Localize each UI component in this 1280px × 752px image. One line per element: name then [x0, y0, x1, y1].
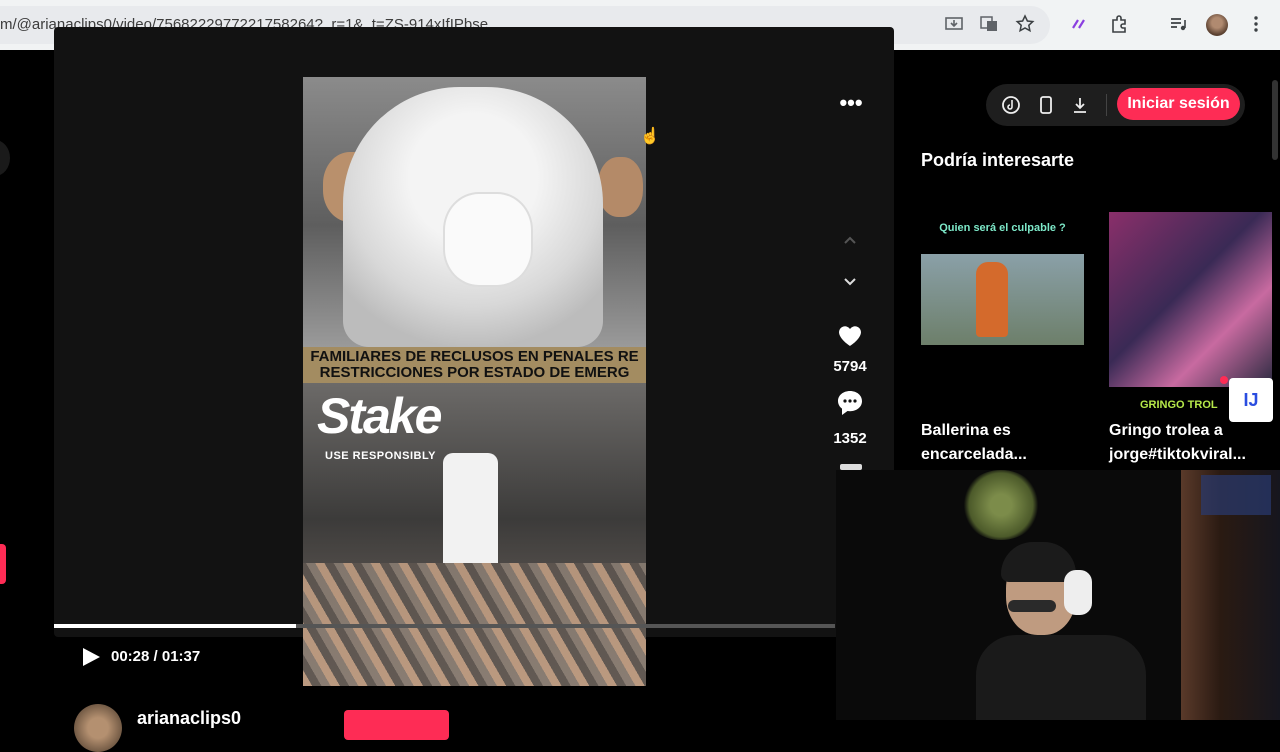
- follow-button[interactable]: [344, 710, 449, 740]
- login-button[interactable]: Iniciar sesión: [1117, 88, 1240, 120]
- time-display: 00:28 / 01:37: [111, 648, 201, 665]
- more-options-button[interactable]: •••: [838, 92, 864, 118]
- chevron-up-icon[interactable]: [840, 230, 860, 250]
- face-mask: [443, 192, 533, 287]
- thumbnail-caption-1: Quien será el culpable ?: [939, 222, 1066, 234]
- profile-avatar[interactable]: [1206, 14, 1228, 36]
- hand-cursor-icon: ☝: [640, 128, 660, 145]
- comment-count: 1352: [833, 430, 867, 447]
- news-banner: FAMILIARES DE RECLUSOS EN PENALES RE RES…: [303, 347, 646, 383]
- chevron-down-icon[interactable]: [840, 272, 860, 292]
- video-scene-top: [303, 77, 646, 347]
- recommendation-label-2[interactable]: Gringo trolea a jorge#tiktokviral...: [1109, 419, 1269, 467]
- translate-icon[interactable]: [979, 14, 999, 34]
- author-name[interactable]: arianaclips0: [137, 708, 241, 729]
- thumbnail-caption-2: GRINGO TROL: [1140, 399, 1218, 411]
- official-figure: [443, 453, 498, 563]
- comment-icon[interactable]: [835, 388, 865, 418]
- heart-icon[interactable]: [835, 320, 865, 350]
- video-frame[interactable]: FAMILIARES DE RECLUSOS EN PENALES RE RES…: [303, 77, 646, 686]
- background-monitor: [1201, 475, 1271, 515]
- download-icon[interactable]: [1069, 94, 1091, 116]
- live-dot: [1220, 376, 1228, 384]
- mobile-icon[interactable]: [1035, 94, 1057, 116]
- recommendation-label-1[interactable]: Ballerina es encarcelada...: [921, 419, 1081, 467]
- author-avatar[interactable]: [74, 704, 122, 752]
- recommendations-title: Podría interesarte: [921, 150, 1075, 170]
- side-accent-tab[interactable]: [0, 544, 6, 584]
- like-count: 5794: [833, 358, 867, 375]
- extension-purple-icon[interactable]: [1069, 14, 1089, 34]
- stake-logo: Stake: [317, 388, 442, 444]
- play-icon[interactable]: [80, 646, 102, 668]
- media-queue-icon[interactable]: [1168, 14, 1188, 34]
- puzzle-extensions-icon[interactable]: [1109, 14, 1129, 34]
- webcam-overlay: [836, 470, 1280, 720]
- stake-tagline: USE RESPONSIBLY: [325, 450, 437, 462]
- banner-line-2: RESTRICCIONES POR ESTADO DE EMERG: [319, 364, 630, 381]
- ij-badge[interactable]: IJ: [1229, 378, 1273, 422]
- tiktok-coin-icon[interactable]: [1000, 94, 1022, 116]
- toolbar-divider: [1106, 94, 1107, 116]
- glasses: [1008, 600, 1056, 612]
- plant: [961, 470, 1041, 540]
- progress-bar[interactable]: [54, 624, 835, 628]
- recommendation-thumbnail-1[interactable]: Quien será el culpable ?: [921, 212, 1084, 387]
- headset: [1064, 570, 1092, 615]
- streamer-body: [976, 635, 1146, 720]
- menu-dots-icon[interactable]: [1246, 14, 1266, 34]
- banner-line-1: FAMILIARES DE RECLUSOS EN PENALES RE: [310, 348, 639, 365]
- side-nav-edge[interactable]: [0, 140, 10, 176]
- install-icon[interactable]: [944, 14, 964, 34]
- video-scene-bottom: Stake USE RESPONSIBLY: [303, 383, 646, 686]
- recommendation-thumbnail-2[interactable]: [1109, 212, 1272, 387]
- bystander-right: [598, 157, 643, 217]
- progress-fill: [54, 624, 297, 628]
- bookmark-star-icon[interactable]: [1015, 14, 1035, 34]
- thumbnail-image-1: [921, 254, 1084, 345]
- cartoon-character: [976, 262, 1008, 337]
- scrollbar[interactable]: [1272, 80, 1278, 160]
